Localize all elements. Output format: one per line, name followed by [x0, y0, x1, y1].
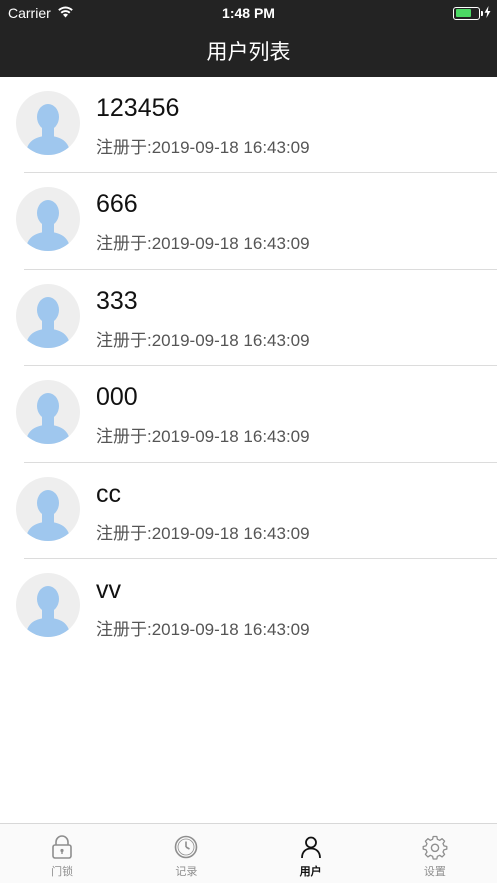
person-icon	[26, 200, 70, 252]
registered-date: 注册于:2019-09-18 16:43:09	[96, 523, 310, 543]
person-icon	[26, 393, 70, 445]
registered-date: 注册于:2019-09-18 16:43:09	[96, 427, 310, 447]
person-icon	[26, 585, 70, 637]
tab-records[interactable]: 记录	[124, 824, 248, 883]
list-item[interactable]: 123456 注册于:2019-09-18 16:43:09	[0, 77, 497, 174]
list-item[interactable]: 333 注册于:2019-09-18 16:43:09	[0, 270, 497, 367]
status-bar: Carrier 1:48 PM	[0, 0, 497, 26]
list-item[interactable]: cc 注册于:2019-09-18 16:43:09	[0, 463, 497, 559]
tab-label: 记录	[175, 866, 198, 878]
tab-lock[interactable]: 门锁	[0, 824, 124, 883]
avatar	[16, 572, 80, 637]
tab-bar: 门锁 记录 用户 设置	[0, 823, 497, 883]
status-right	[453, 5, 491, 21]
tab-label: 设置	[423, 866, 446, 878]
lock-icon	[49, 834, 75, 860]
charging-bolt-icon	[484, 5, 491, 21]
battery-icon	[453, 6, 483, 20]
person-icon	[26, 489, 70, 541]
app-header: Carrier 1:48 PM 用户列表	[0, 0, 497, 77]
list-item[interactable]: vv 注册于:2019-09-18 16:43:09	[0, 559, 497, 655]
registered-date: 注册于:2019-09-18 16:43:09	[96, 234, 310, 254]
registered-date: 注册于:2019-09-18 16:43:09	[96, 138, 310, 157]
tab-settings[interactable]: 设置	[373, 824, 497, 883]
user-name: 000	[96, 383, 138, 412]
avatar	[16, 476, 80, 541]
page-title: 用户列表	[206, 41, 291, 64]
person-icon	[26, 104, 70, 155]
list-item[interactable]: 000 注册于:2019-09-18 16:43:09	[0, 366, 497, 463]
avatar	[16, 91, 80, 155]
avatar	[16, 283, 80, 348]
user-name: 666	[96, 190, 138, 219]
user-list: 123456 注册于:2019-09-18 16:43:09 666 注册于:2…	[0, 77, 497, 655]
user-name: vv	[96, 575, 121, 604]
user-name: cc	[96, 479, 121, 508]
registered-date: 注册于:2019-09-18 16:43:09	[96, 330, 310, 350]
registered-date: 注册于:2019-09-18 16:43:09	[96, 619, 310, 639]
tab-label: 用户	[299, 866, 322, 878]
status-time: 1:48 PM	[222, 5, 275, 21]
person-icon	[26, 296, 70, 348]
avatar	[16, 187, 80, 252]
user-name: 123456	[96, 94, 180, 122]
tab-users[interactable]: 用户	[249, 824, 373, 883]
tab-label: 门锁	[51, 866, 74, 878]
gear-icon	[422, 834, 448, 860]
avatar	[16, 380, 80, 445]
clock-icon	[173, 834, 199, 860]
user-icon	[298, 834, 324, 860]
user-name: 333	[96, 286, 138, 315]
list-item[interactable]: 666 注册于:2019-09-18 16:43:09	[0, 173, 497, 270]
